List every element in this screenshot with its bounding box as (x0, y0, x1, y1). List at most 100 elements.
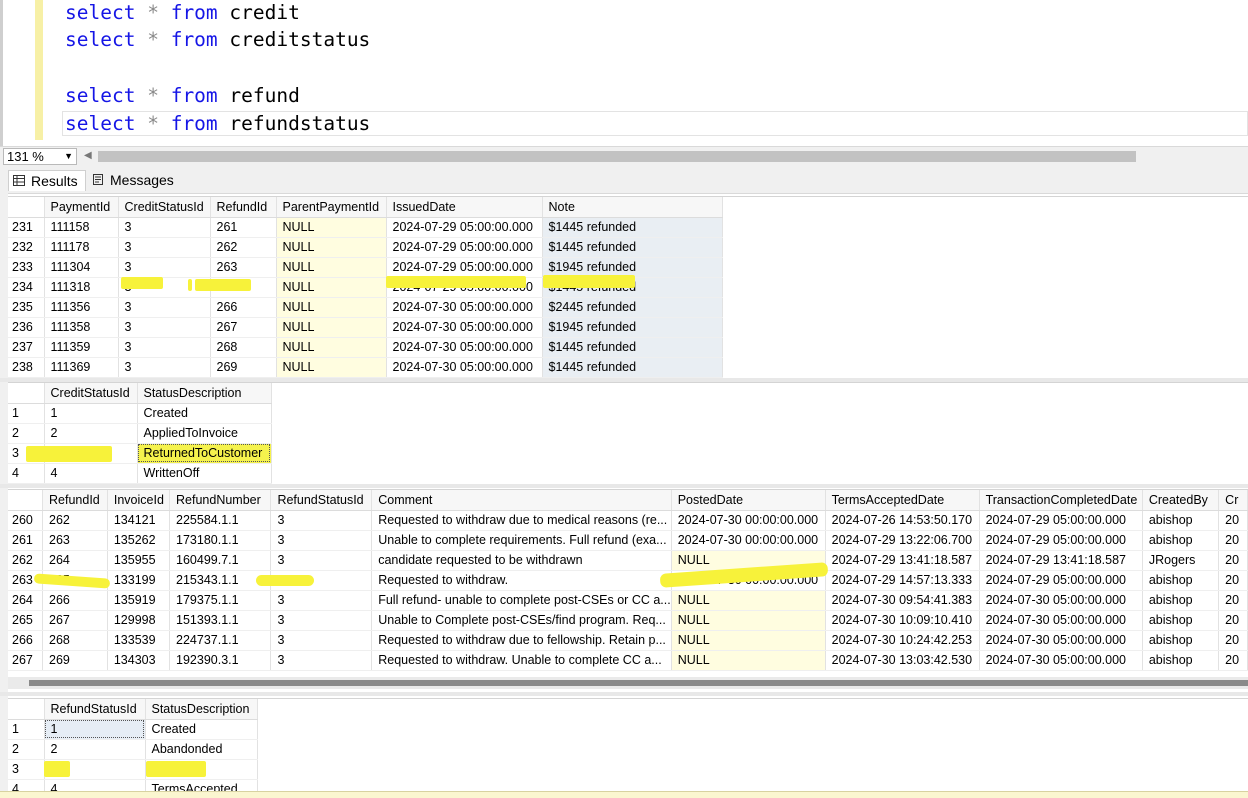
grid-corner[interactable] (8, 383, 45, 404)
column-header[interactable]: TermsAcceptedDate (825, 490, 980, 511)
row-number[interactable]: 233 (8, 257, 45, 278)
table-row[interactable]: 265 267 129998 151393.1.1 3 Unable to Complet… (8, 610, 1248, 631)
grid-cell[interactable]: 264 (42, 550, 108, 571)
tab-results[interactable]: Results (8, 170, 86, 191)
grid-cell[interactable]: 2 (44, 739, 146, 760)
grid-cell[interactable]: 20 (1218, 630, 1248, 651)
grid-cell[interactable]: 135262 (107, 530, 171, 551)
grid-cell[interactable]: 224737.1.1 (169, 630, 272, 651)
grid-cell[interactable]: NULL (671, 610, 826, 631)
grid-cell[interactable]: 2024-07-30 10:09:10.410 (825, 610, 980, 631)
column-header[interactable]: CreditStatusId (44, 383, 138, 404)
grid-cell[interactable]: 2024-07-30 05:00:00.000 (979, 650, 1143, 671)
grid-cell[interactable]: 135919 (107, 590, 171, 611)
grid-cell[interactable]: 2024-07-30 13:03:42.530 (825, 650, 980, 671)
column-header[interactable]: RefundNumber (169, 490, 272, 511)
grid-cell[interactable]: 2024-07-29 14:57:13.333 (825, 570, 980, 591)
grid-cell[interactable]: 1 (44, 719, 146, 740)
column-header[interactable]: IssuedDate (386, 197, 543, 218)
grid-cell[interactable]: 3 (270, 630, 373, 651)
grid-splitter[interactable] (0, 484, 1248, 488)
grid-cell[interactable]: 160499.7.1 (169, 550, 272, 571)
grid-cell[interactable]: 3 (270, 590, 373, 611)
grid-cell[interactable]: 2024-07-29 13:22:06.700 (825, 530, 980, 551)
column-header[interactable]: StatusDescription (145, 699, 258, 720)
grid-cell[interactable]: abishop (1142, 630, 1220, 651)
grid-cell[interactable]: TermsAccepted (145, 779, 258, 791)
table-row[interactable]: 1 1 Created (8, 403, 272, 424)
grid-splitter[interactable] (0, 692, 1248, 696)
row-number[interactable]: 260 (8, 510, 44, 531)
column-header[interactable]: InvoiceId (107, 490, 171, 511)
row-number[interactable]: 234 (8, 277, 45, 298)
column-header[interactable]: CreatedBy (1142, 490, 1220, 511)
grid-cell[interactable]: Full refund- unable to complete post-CSE… (371, 590, 672, 611)
grid-corner[interactable] (8, 699, 45, 720)
grid-cell[interactable]: Created (137, 403, 272, 424)
grid-cell[interactable]: 2024-07-30 10:24:42.253 (825, 630, 980, 651)
grid-corner[interactable] (8, 197, 45, 218)
grid-cell[interactable]: 20 (1218, 610, 1248, 631)
column-header[interactable]: RefundId (210, 197, 277, 218)
grid-cell[interactable]: 20 (1218, 570, 1248, 591)
grid-cell[interactable]: 4 (44, 779, 146, 791)
grid-cell[interactable]: NULL (276, 357, 387, 378)
grid-cell[interactable]: 2024-07-30 05:00:00.000 (979, 590, 1143, 611)
grid-cell[interactable]: WrittenOff (137, 463, 272, 484)
grid-cell[interactable]: 267 (42, 610, 108, 631)
grid-cell[interactable]: $1945 refunded (542, 317, 723, 338)
table-row[interactable]: 263265133199215343.1.13Requested to with… (8, 570, 1248, 591)
grid-cell[interactable]: 2024-07-29 05:00:00.000 (386, 237, 543, 258)
row-number[interactable]: 232 (8, 237, 45, 258)
grid-cell[interactable]: NULL (671, 630, 826, 651)
code-line-4[interactable]: select * from refund (65, 83, 300, 109)
grid-cell[interactable]: NULL (276, 337, 387, 358)
creditstatus-results-grid[interactable]: CreditStatusId StatusDescription 1 1 Create… (8, 382, 1248, 484)
grid-cell[interactable]: $1445 refunded (542, 337, 723, 358)
grid-cell[interactable]: 2024-07-29 13:41:18.587 (825, 550, 980, 571)
column-header[interactable]: PaymentId (44, 197, 119, 218)
table-row[interactable]: 236 111358 3 267 NULL 2024-07-30 05:00:00.000… (8, 317, 723, 338)
grid-cell[interactable]: $1945 refunded (542, 257, 723, 278)
table-row[interactable]: 231 111158 3 261 NULL 2024-07-29 05:00:00.000… (8, 217, 723, 238)
grid-cell[interactable]: 111359 (44, 337, 119, 358)
column-header[interactable]: ParentPaymentId (276, 197, 387, 218)
table-row[interactable]: 2 2 AppliedToInvoice (8, 423, 272, 444)
row-number[interactable]: 2 (8, 739, 45, 760)
grid-cell[interactable]: 20 (1218, 510, 1248, 531)
grid-cell[interactable]: 111178 (44, 237, 119, 258)
grid-cell[interactable]: 179375.1.1 (169, 590, 272, 611)
grid-cell[interactable]: 2024-07-29 05:00:00.000 (386, 257, 543, 278)
row-number[interactable]: 264 (8, 590, 44, 611)
grid-cell[interactable]: 3 (270, 510, 373, 531)
grid-cell[interactable]: 111158 (44, 217, 119, 238)
editor-horizontal-scrollbar[interactable] (98, 151, 1136, 162)
chevron-down-icon[interactable]: ▼ (64, 149, 73, 164)
grid-cell[interactable]: 2024-07-30 05:00:00.000 (979, 630, 1143, 651)
grid-cell[interactable]: 266 (42, 590, 108, 611)
grid-cell[interactable]: 3 (118, 337, 211, 358)
grid-cell[interactable]: 111358 (44, 317, 119, 338)
grid-cell[interactable]: 2024-07-30 05:00:00.000 (386, 337, 543, 358)
grid-cell[interactable]: 268 (210, 337, 277, 358)
row-number[interactable]: 261 (8, 530, 44, 551)
column-header[interactable]: StatusDescription (137, 383, 272, 404)
table-row[interactable]: 262 264 135955 160499.7.1 3 candidate request… (8, 550, 1248, 571)
code-line-1[interactable]: select * from credit (65, 0, 300, 26)
grid-cell[interactable]: 3 (270, 650, 373, 671)
scroll-left-icon[interactable]: ◀ (84, 150, 92, 161)
grid-cell[interactable]: 134303 (107, 650, 171, 671)
grid-cell[interactable]: abishop (1142, 650, 1220, 671)
row-number[interactable]: 3 (8, 759, 45, 780)
grid-cell[interactable]: 2024-07-30 05:00:00.000 (979, 610, 1143, 631)
grid-cell[interactable]: 20 (1218, 550, 1248, 571)
column-header[interactable]: Cr (1218, 490, 1248, 511)
grid-cell[interactable]: abishop (1142, 510, 1220, 531)
grid-cell[interactable]: ReturnedToCustomer (137, 443, 272, 464)
grid-cell[interactable]: 225584.1.1 (169, 510, 272, 531)
grid-cell[interactable]: 4 (44, 463, 138, 484)
grid-cell[interactable]: candidate requested to be withdrawn (371, 550, 672, 571)
grid-cell[interactable]: 111356 (44, 297, 119, 318)
table-row[interactable]: 266 268 133539 224737.1.1 3 Requested to with… (8, 630, 1248, 651)
grid-cell[interactable]: 111304 (44, 257, 119, 278)
